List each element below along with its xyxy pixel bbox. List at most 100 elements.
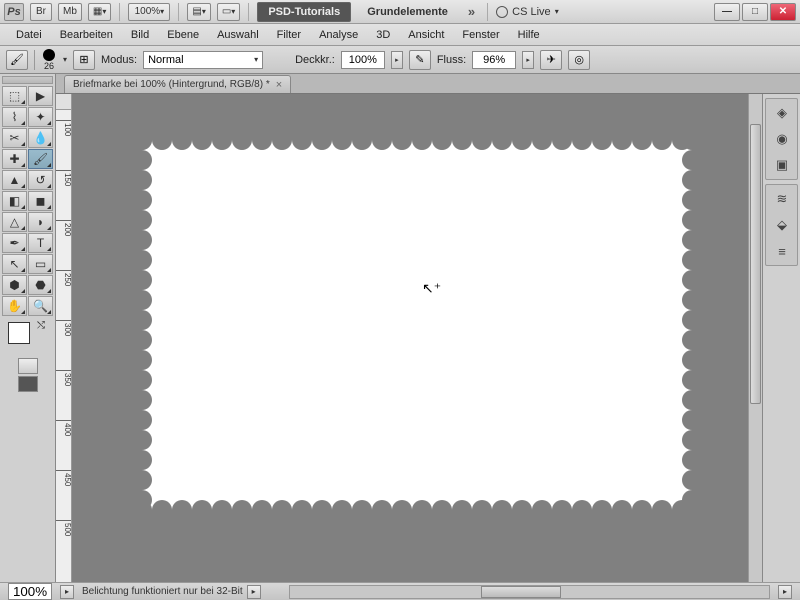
menu-image[interactable]: Bild xyxy=(123,26,157,44)
move-tool[interactable]: ⬚ xyxy=(2,86,27,106)
workspace-tab-secondary[interactable]: Grundelemente xyxy=(357,2,458,22)
lasso-tool[interactable]: ⌇ xyxy=(2,107,27,127)
eraser-tool[interactable]: ◧ xyxy=(2,191,27,211)
status-flyout-icon[interactable]: ▸ xyxy=(247,585,261,599)
styles-panel-icon[interactable]: ≡ xyxy=(768,239,796,263)
opacity-label: Deckkr.: xyxy=(295,54,335,66)
zoom-tool[interactable]: 🔍 xyxy=(28,296,53,316)
more-workspaces-icon[interactable]: » xyxy=(464,4,479,19)
document-tab[interactable]: Briefmarke bei 100% (Hintergrund, RGB/8)… xyxy=(64,75,291,93)
history-brush-tool[interactable]: ↺ xyxy=(28,170,53,190)
screenmode-cycle-button[interactable] xyxy=(18,376,38,392)
horizontal-scrollbar[interactable] xyxy=(289,585,770,599)
selection-tool[interactable]: ▶ xyxy=(28,86,53,106)
opacity-input[interactable] xyxy=(341,51,385,69)
hand-tool[interactable]: ✋ xyxy=(2,296,27,316)
workspace-tab-active[interactable]: PSD-Tutorials xyxy=(257,2,351,22)
swap-colors-icon[interactable]: ⤭ xyxy=(37,320,45,331)
window-maximize-button[interactable]: □ xyxy=(742,3,768,21)
h-scrollbar-thumb[interactable] xyxy=(481,586,561,598)
crop-tool[interactable]: ✂ xyxy=(2,128,27,148)
adjustments-panel-icon[interactable]: ≋ xyxy=(768,187,796,211)
menu-layer[interactable]: Ebene xyxy=(159,26,207,44)
brush-preset-picker[interactable]: 26 xyxy=(41,49,57,71)
gradient-tool[interactable]: ◼ xyxy=(28,191,53,211)
workspace: ⬚ ▶ ⌇ ✦ ✂ 💧 ✚ 🖌 ▲ ↺ ◧ ◼ △ ◗ ✒ T ↖ ▭ ⬢ ⬣ … xyxy=(0,74,800,582)
status-arrow-icon[interactable]: ▸ xyxy=(60,585,74,599)
screen-mode-button[interactable]: ▭▾ xyxy=(217,3,240,21)
healing-brush-tool[interactable]: ✚ xyxy=(2,149,27,169)
cslive-button[interactable]: CS Live▾ xyxy=(496,6,559,18)
options-bar: 🖌 26 ▾ ⊞ Modus: Normal▾ Deckkr.: ▸ ✎ Flu… xyxy=(0,46,800,74)
vertical-scrollbar[interactable] xyxy=(748,94,762,582)
document-canvas[interactable] xyxy=(142,140,692,510)
shape-tool[interactable]: ▭ xyxy=(28,254,53,274)
pen-tool[interactable]: ✒ xyxy=(2,233,27,253)
flow-label: Fluss: xyxy=(437,54,466,66)
right-panel-dock: ◈ ◉ ▣ ≋ ⬙ ≡ xyxy=(762,94,800,582)
blend-mode-select[interactable]: Normal▾ xyxy=(143,51,263,69)
app-logo: Ps xyxy=(4,3,24,21)
tools-panel-handle[interactable] xyxy=(2,76,53,84)
type-tool[interactable]: T xyxy=(28,233,53,253)
tools-panel: ⬚ ▶ ⌇ ✦ ✂ 💧 ✚ 🖌 ▲ ↺ ◧ ◼ △ ◗ ✒ T ↖ ▭ ⬢ ⬣ … xyxy=(0,74,56,582)
menu-filter[interactable]: Filter xyxy=(269,26,309,44)
mode-label: Modus: xyxy=(101,54,137,66)
color-swatches[interactable]: ⤭ xyxy=(2,320,53,356)
window-minimize-button[interactable]: — xyxy=(714,3,740,21)
brush-tool[interactable]: 🖌 xyxy=(28,149,53,169)
quickmask-button[interactable] xyxy=(18,358,38,374)
layers-panel-icon[interactable]: ◈ xyxy=(768,101,796,125)
flow-input[interactable] xyxy=(472,51,516,69)
brush-tool-icon[interactable]: 🖌 xyxy=(6,50,28,70)
close-icon[interactable]: × xyxy=(276,79,282,91)
flow-flyout[interactable]: ▸ xyxy=(522,51,534,69)
eyedropper-tool[interactable]: 💧 xyxy=(28,128,53,148)
menu-analysis[interactable]: Analyse xyxy=(311,26,366,44)
document-tab-title: Briefmarke bei 100% (Hintergrund, RGB/8)… xyxy=(73,79,270,90)
titlebar: Ps Br Mb ▦▾ 100% ▾ ▤▾ ▭▾ PSD-Tutorials G… xyxy=(0,0,800,24)
view-extras-button[interactable]: ▦▾ xyxy=(88,3,111,21)
opacity-flyout[interactable]: ▸ xyxy=(391,51,403,69)
menu-edit[interactable]: Bearbeiten xyxy=(52,26,121,44)
brush-preset-arrow[interactable]: ▾ xyxy=(63,55,67,64)
magic-wand-tool[interactable]: ✦ xyxy=(28,107,53,127)
paths-panel-icon[interactable]: ▣ xyxy=(768,153,796,177)
tablet-pressure-icon[interactable]: ◎ xyxy=(568,50,590,70)
menu-select[interactable]: Auswahl xyxy=(209,26,267,44)
menu-3d[interactable]: 3D xyxy=(368,26,398,44)
menu-file[interactable]: Datei xyxy=(8,26,50,44)
foreground-color-swatch[interactable] xyxy=(8,322,30,344)
window-close-button[interactable]: ✕ xyxy=(770,3,796,21)
status-message: Belichtung funktioniert nur bei 32-Bit ▸ xyxy=(82,585,261,599)
scrollbar-right-arrow[interactable]: ▸ xyxy=(778,585,792,599)
channels-panel-icon[interactable]: ◉ xyxy=(768,127,796,151)
bridge-button[interactable]: Br xyxy=(30,3,52,21)
menubar: Datei Bearbeiten Bild Ebene Auswahl Filt… xyxy=(0,24,800,46)
arrange-documents-button[interactable]: ▤▾ xyxy=(187,3,210,21)
dodge-tool[interactable]: ◗ xyxy=(28,212,53,232)
brush-panel-toggle[interactable]: ⊞ xyxy=(73,50,95,70)
3d-camera-tool[interactable]: ⬣ xyxy=(28,275,53,295)
ruler-vertical[interactable]: 100150200250300350400450500 xyxy=(56,110,72,582)
cslive-icon xyxy=(496,6,508,18)
path-selection-tool[interactable]: ↖ xyxy=(2,254,27,274)
opacity-pressure-icon[interactable]: ✎ xyxy=(409,50,431,70)
blur-tool[interactable]: △ xyxy=(2,212,27,232)
status-zoom-input[interactable] xyxy=(8,583,52,600)
document-tabs: Briefmarke bei 100% (Hintergrund, RGB/8)… xyxy=(56,74,800,94)
menu-window[interactable]: Fenster xyxy=(454,26,507,44)
scrollbar-thumb[interactable] xyxy=(750,124,761,404)
minibridge-button[interactable]: Mb xyxy=(58,3,82,21)
zoom-level[interactable]: 100% ▾ xyxy=(128,3,170,21)
menu-help[interactable]: Hilfe xyxy=(510,26,548,44)
masks-panel-icon[interactable]: ⬙ xyxy=(768,213,796,237)
canvas-area[interactable]: ↖⁺ xyxy=(72,110,748,582)
3d-tool[interactable]: ⬢ xyxy=(2,275,27,295)
airbrush-icon[interactable]: ✈ xyxy=(540,50,562,70)
menu-view[interactable]: Ansicht xyxy=(400,26,452,44)
main-editor-area: Briefmarke bei 100% (Hintergrund, RGB/8)… xyxy=(56,74,800,582)
ruler-origin[interactable] xyxy=(56,94,72,110)
clone-stamp-tool[interactable]: ▲ xyxy=(2,170,27,190)
statusbar: ▸ Belichtung funktioniert nur bei 32-Bit… xyxy=(0,582,800,600)
